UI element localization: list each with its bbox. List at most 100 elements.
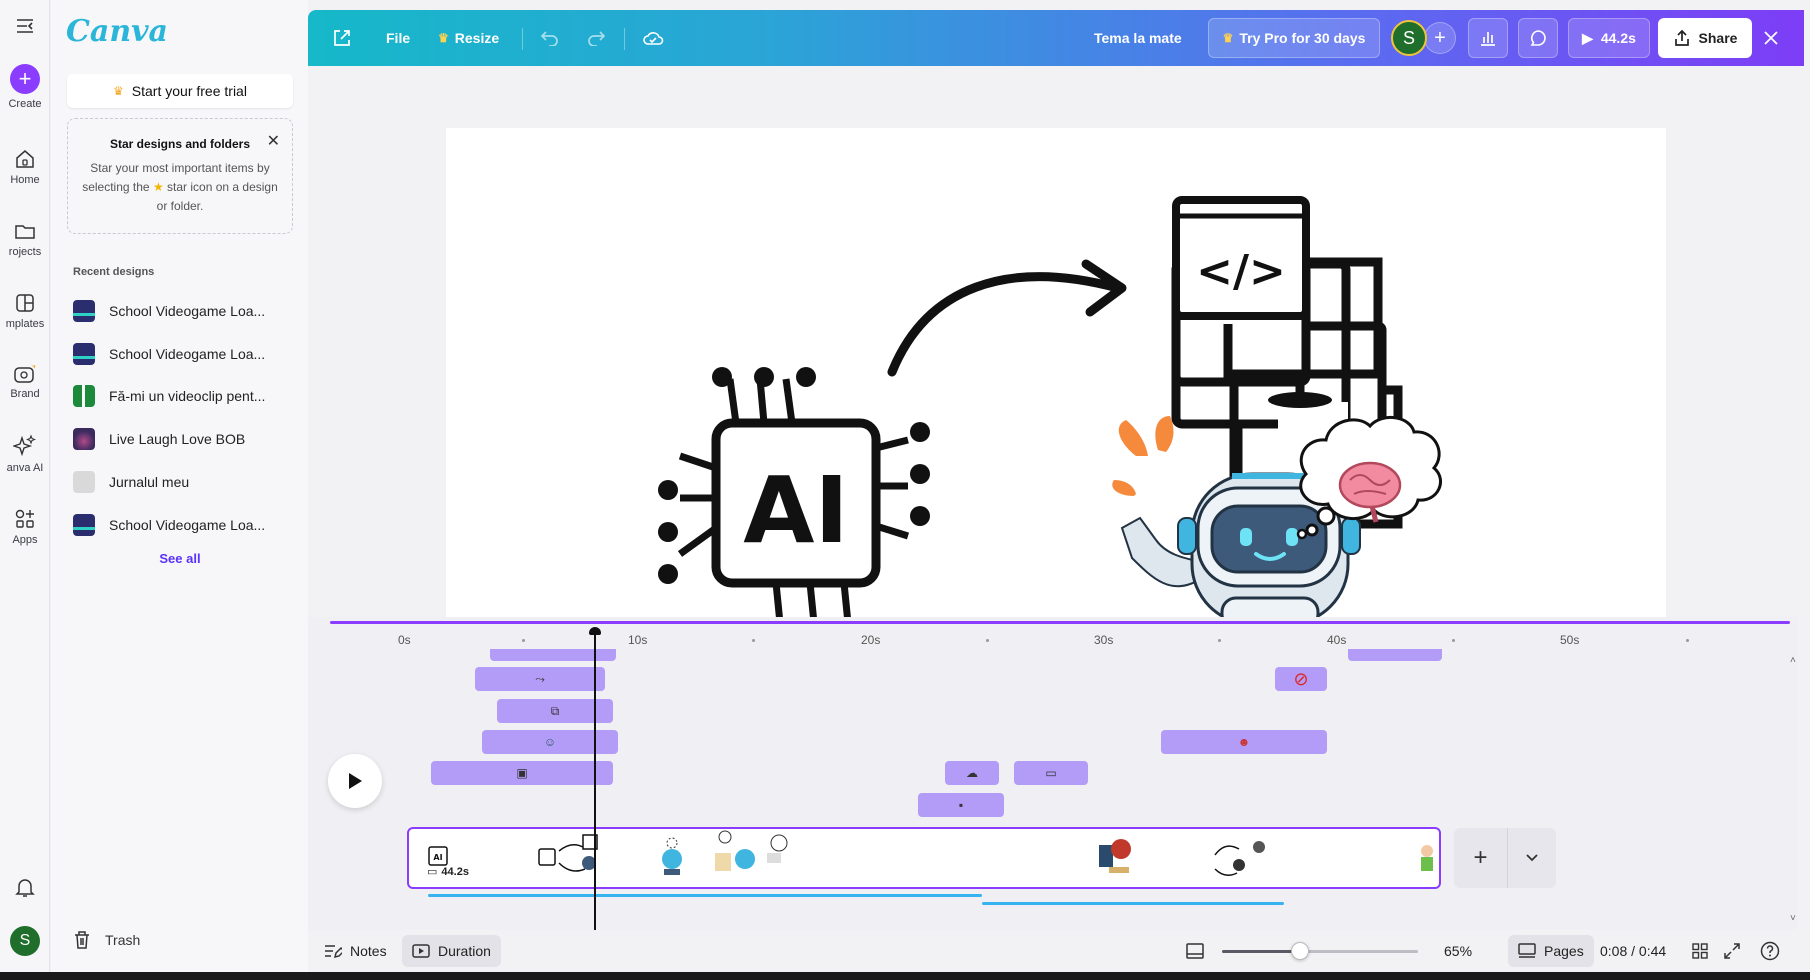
bottom-toolbar: Notes Duration 65% Pages 0:08 / 0:44 [308, 930, 1797, 972]
playhead-handle[interactable] [589, 627, 601, 635]
timeline-clip-bubble[interactable]: ☁ [945, 761, 999, 785]
timeline-clip[interactable]: ▪ [918, 793, 1004, 817]
try-pro-button[interactable]: ♛ Try Pro for 30 days [1208, 18, 1380, 58]
timeline-clip-arrow[interactable]: ⤳ [475, 667, 605, 691]
image-icon: ▪ [958, 798, 964, 812]
upload-icon [1674, 29, 1689, 46]
rail-canva-ai[interactable]: anva AI [0, 434, 50, 474]
notes-button[interactable]: Notes [324, 930, 387, 972]
fit-page-button[interactable] [1186, 930, 1204, 972]
recent-design-item[interactable]: Live Laugh Love BOB [73, 424, 299, 454]
duration-button[interactable]: Duration [402, 935, 501, 967]
zoom-level[interactable]: 65% [1444, 930, 1472, 972]
add-page-group: + [1454, 828, 1556, 888]
timeline-clip-character[interactable]: ☻ [1161, 730, 1327, 754]
save-status-button[interactable] [642, 10, 664, 66]
person-thumbnail [1421, 845, 1433, 871]
notifications-button[interactable] [0, 876, 50, 902]
grid-view-button[interactable] [1692, 930, 1708, 972]
zoom-slider[interactable] [1222, 942, 1418, 960]
divider [522, 28, 523, 50]
chevron-down-icon[interactable]: ˅ [1790, 913, 1796, 924]
timeline-clip[interactable]: ▭ [1014, 761, 1088, 785]
chip-icon: ▣ [516, 766, 528, 780]
see-all-link[interactable]: See all [67, 551, 293, 566]
audio-track[interactable] [428, 894, 982, 897]
rail-create[interactable]: + Create [0, 64, 50, 110]
external-link-icon [334, 30, 350, 46]
recent-design-item[interactable]: School Videogame Loa... [73, 339, 299, 369]
close-editor-button[interactable] [1763, 10, 1779, 66]
present-button[interactable]: ▶ 44.2s [1568, 18, 1650, 58]
play-icon: ▶ [1582, 29, 1593, 46]
help-button[interactable] [1760, 930, 1780, 972]
open-menu-button[interactable] [332, 10, 352, 66]
design-thumbnail [73, 428, 95, 450]
bubble-icon: ☁ [966, 766, 978, 780]
timeline-play-button[interactable] [328, 754, 382, 808]
chevron-up-icon[interactable]: ˄ [1790, 655, 1796, 666]
add-page-button[interactable]: + [1454, 828, 1508, 888]
grid-icon [1692, 943, 1708, 959]
tick-label: 40s [1327, 633, 1347, 647]
bell-icon [15, 879, 35, 897]
design-thumbnail [73, 514, 95, 536]
ending-thumbnail [1214, 841, 1265, 876]
rail-brand[interactable]: Brand [0, 362, 50, 400]
zoom-slider-knob[interactable] [1291, 942, 1310, 960]
recent-design-name: Jurnalul meu [109, 474, 190, 490]
rail-home[interactable]: Home [0, 148, 50, 186]
design-title[interactable]: Tema la mate [1094, 10, 1182, 66]
tip-line-1: Star your most important items by [90, 161, 270, 175]
tick-label: 0s [398, 633, 411, 647]
timeline-clip-robot[interactable]: ☺ [482, 730, 618, 754]
recent-design-item[interactable]: School Videogame Loa... [73, 296, 299, 326]
file-menu[interactable]: File [386, 10, 410, 66]
add-collaborator-button[interactable]: + [1424, 22, 1456, 54]
rail-apps[interactable]: Apps [0, 508, 50, 546]
start-free-trial-button[interactable]: ♛ Start your free trial [67, 74, 293, 108]
recent-design-item[interactable]: Fă-mi un videoclip pent... [73, 381, 299, 411]
redo-button[interactable] [586, 10, 606, 66]
tip-title: Star designs and folders [109, 137, 251, 151]
vertical-scrollbar[interactable] [1797, 66, 1810, 980]
comments-button[interactable] [1518, 18, 1558, 58]
recent-design-item[interactable]: Jurnalul meu [73, 467, 299, 497]
design-canvas[interactable]: </> AI [446, 128, 1666, 618]
tip-line-3: or folder. [156, 199, 204, 213]
arrow-icon: ⤳ [535, 671, 545, 686]
pages-label: Pages [1544, 943, 1584, 959]
ai-chip-text: AI [743, 457, 848, 564]
playhead[interactable] [594, 629, 596, 939]
page-track[interactable]: AI ▭ 44.2s [407, 827, 1441, 889]
tip-line-2b: star icon on a design [167, 180, 278, 194]
user-avatar[interactable]: S [1391, 20, 1427, 56]
rail-templates[interactable]: mplates [0, 292, 50, 330]
audio-track[interactable] [982, 902, 1284, 905]
canva-logo[interactable]: Canva [66, 14, 168, 49]
trash-label: Trash [105, 932, 141, 948]
collapse-sidebar-button[interactable] [0, 18, 50, 38]
trash-button[interactable]: Trash [73, 930, 140, 950]
rail-projects[interactable]: rojects [0, 220, 50, 258]
pages-button[interactable]: Pages [1508, 935, 1594, 967]
timeline-clip-stop[interactable]: ⊘ [1275, 667, 1327, 691]
fullscreen-button[interactable] [1724, 930, 1740, 972]
share-button[interactable]: Share [1658, 18, 1752, 58]
timeline-ruler[interactable] [330, 621, 1790, 624]
rail-templates-label: mplates [5, 318, 45, 330]
timeline-clip[interactable] [1348, 649, 1442, 661]
account-avatar[interactable]: S [0, 926, 50, 956]
timeline-clip[interactable] [490, 649, 616, 661]
timeline-panel: 0s 10s 20s 30s 40s 50s ⤳ ⊘ ⧉ ☺ ☻ ▣ ☁ ▭ ▪ [308, 617, 1797, 939]
resize-button[interactable]: ♛ Resize [438, 10, 499, 66]
recent-design-item[interactable]: School Videogame Loa... [73, 510, 299, 540]
page-options-button[interactable] [1508, 828, 1556, 888]
crown-icon: ♛ [113, 84, 124, 98]
pages-icon [1518, 943, 1536, 958]
insights-button[interactable] [1468, 18, 1508, 58]
undo-button[interactable] [540, 10, 560, 66]
close-icon[interactable]: ✕ [267, 131, 280, 151]
timeline-clip-ai-chip[interactable]: ▣ [431, 761, 613, 785]
templates-icon [16, 294, 34, 312]
